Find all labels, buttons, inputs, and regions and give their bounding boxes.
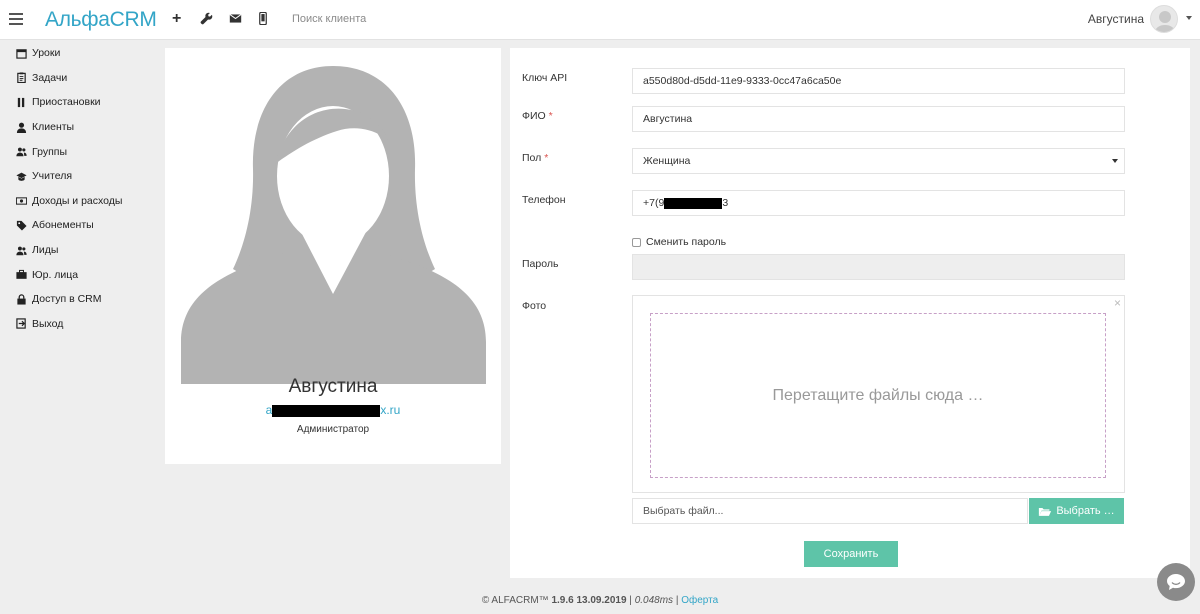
redacted-block	[664, 197, 723, 209]
sidebar-item-pauses[interactable]: Приостановки	[0, 90, 155, 115]
female-avatar-placeholder	[181, 64, 486, 384]
profile-role: Администратор	[296, 424, 370, 435]
browse-file-button[interactable]: Выбрать …	[1029, 498, 1124, 524]
gender-label: Пол *	[522, 152, 549, 164]
footer: © ALFACRM™ 1.9.6 13.09.2019 | 0.048ms | …	[481, 595, 719, 606]
user-form-card: Ключ API a550d80d-d5dd-11e9-9333-0cc47a6…	[510, 48, 1190, 578]
profile-email[interactable]: a x.ru	[165, 403, 501, 417]
password-label: Пароль	[522, 258, 559, 270]
change-password-checkbox[interactable]	[632, 237, 641, 247]
plus-icon[interactable]: +	[172, 11, 186, 27]
sidebar-item-lessons[interactable]: Уроки	[0, 41, 155, 66]
file-name-field[interactable]: Выбрать файл...	[632, 498, 1028, 524]
mail-icon[interactable]	[229, 12, 243, 26]
gender-select[interactable]: Женщина	[632, 148, 1125, 174]
sidebar-item-label: Доходы и расходы	[32, 194, 123, 207]
current-user-name[interactable]: Августина	[1088, 12, 1144, 26]
chevron-down-icon	[1112, 159, 1118, 163]
users-icon	[16, 245, 27, 256]
sign-out-icon	[16, 318, 27, 330]
api-key-field[interactable]: a550d80d-d5dd-11e9-9333-0cc47a6ca50e	[632, 68, 1125, 94]
sidebar-item-leads[interactable]: Лиды	[0, 238, 155, 263]
sidebar-item-clients[interactable]: Клиенты	[0, 115, 155, 140]
lock-icon	[16, 294, 27, 305]
sidebar-item-tasks[interactable]: Задачи	[0, 66, 155, 91]
fio-label: ФИО *	[522, 110, 553, 122]
graduation-cap-icon	[16, 171, 27, 182]
sidebar-item-label: Абонементы	[32, 219, 94, 232]
sidebar-item-label: Приостановки	[32, 96, 101, 109]
sidebar-item-logout[interactable]: Выход	[0, 312, 155, 337]
sidebar-item-label: Юр. лица	[32, 268, 79, 281]
sidebar-item-label: Доступ в CRM	[32, 293, 102, 306]
sidebar-item-finance[interactable]: Доходы и расходы	[0, 189, 155, 214]
phone-label: Телефон	[522, 194, 566, 206]
change-password-row[interactable]: Сменить пароль	[632, 236, 726, 248]
sidebar-item-groups[interactable]: Группы	[0, 139, 155, 164]
photo-upload-box: × Перетащите файлы сюда …	[632, 295, 1125, 493]
folder-open-icon	[1039, 507, 1052, 516]
close-icon[interactable]: ×	[1114, 296, 1121, 310]
save-button[interactable]: Сохранить	[804, 541, 898, 567]
chat-icon[interactable]	[1157, 563, 1195, 601]
user-avatar[interactable]	[1150, 5, 1178, 33]
api-key-label: Ключ API	[522, 72, 568, 84]
tag-icon	[16, 220, 27, 231]
file-drop-zone[interactable]: Перетащите файлы сюда …	[650, 313, 1106, 478]
clipboard-icon	[16, 72, 27, 84]
sidebar-item-teachers[interactable]: Учителя	[0, 164, 155, 189]
sidebar-item-subscriptions[interactable]: Абонементы	[0, 213, 155, 238]
client-search-input[interactable]	[292, 13, 472, 25]
sidebar-item-label: Клиенты	[32, 121, 75, 134]
sidebar-item-crm-access[interactable]: Доступ в CRM	[0, 287, 155, 312]
phone-field[interactable]: +7(9 3	[632, 190, 1125, 216]
sidebar-item-label: Выход	[32, 317, 64, 330]
top-navbar: АльфаCRM + Августина	[0, 0, 1200, 40]
sidebar-item-label: Задачи	[32, 71, 68, 84]
sidebar: Уроки Задачи Приостановки Клиенты Группы…	[0, 41, 155, 336]
sidebar-item-legal-entities[interactable]: Юр. лица	[0, 262, 155, 287]
pause-icon	[16, 97, 27, 108]
profile-name: Августина	[288, 376, 378, 397]
app-logo[interactable]: АльфаCRM	[45, 8, 157, 32]
calendar-icon	[16, 48, 27, 59]
profile-card: Августина a x.ru Администратор	[165, 48, 501, 464]
users-icon	[16, 146, 27, 157]
chevron-down-icon[interactable]	[1186, 16, 1192, 20]
menu-icon[interactable]	[9, 13, 23, 25]
sidebar-item-label: Группы	[32, 145, 67, 158]
redacted-block	[272, 404, 381, 417]
wrench-icon[interactable]	[200, 12, 214, 26]
password-field	[632, 254, 1125, 280]
drop-zone-text: Перетащите файлы сюда …	[772, 386, 984, 404]
photo-label: Фото	[522, 300, 547, 312]
sidebar-item-label: Уроки	[32, 47, 61, 60]
briefcase-icon	[16, 269, 27, 280]
money-icon	[16, 195, 27, 206]
sidebar-item-label: Лиды	[32, 244, 59, 257]
fio-field[interactable]: Августина	[632, 106, 1125, 132]
user-icon	[16, 122, 27, 133]
sidebar-item-label: Учителя	[32, 170, 73, 183]
mobile-icon[interactable]	[258, 11, 272, 26]
offer-link[interactable]: Оферта	[681, 595, 718, 606]
